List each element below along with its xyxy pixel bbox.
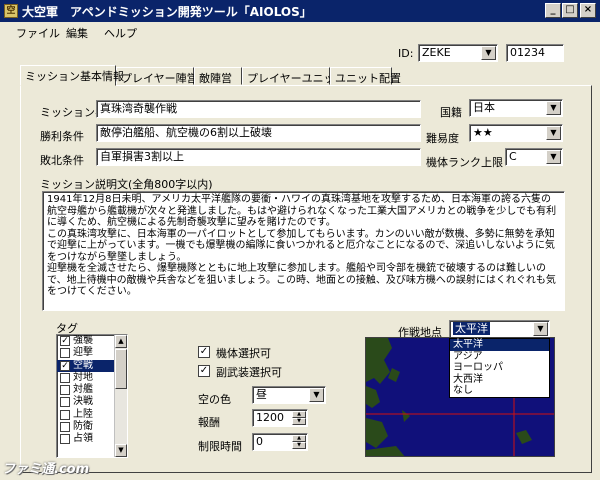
defeat-input[interactable]: 自軍損害3割以上: [96, 148, 421, 166]
location-option-europe[interactable]: ヨーロッパ: [450, 362, 549, 374]
chevron-down-icon[interactable]: ▼: [546, 101, 561, 115]
scroll-down-icon[interactable]: ▼: [115, 444, 127, 457]
menu-bar: ファイル 編集 ヘルプ: [0, 22, 600, 42]
spin-down-icon[interactable]: ▼: [292, 418, 306, 425]
tab-enemy-side[interactable]: 敵陣営: [194, 67, 242, 85]
nation-combo[interactable]: 日本 ▼: [469, 99, 563, 117]
mission-name-input[interactable]: 真珠湾奇襲作戦: [96, 100, 421, 118]
close-button[interactable]: ×: [580, 3, 596, 18]
window-title: 大空軍 アペンドミッション開発ツール「AIOLOS」: [22, 5, 312, 19]
nation-label: 国籍: [440, 106, 462, 119]
spin-down-icon[interactable]: ▼: [292, 442, 306, 449]
menu-file[interactable]: ファイル: [16, 25, 60, 41]
chevron-down-icon[interactable]: ▼: [481, 46, 496, 60]
location-option-none[interactable]: なし: [450, 385, 549, 397]
checkbox-icon[interactable]: [60, 434, 70, 445]
checkbox-icon[interactable]: [60, 422, 70, 433]
location-option-asia[interactable]: アジア: [450, 351, 549, 363]
description-label: ミッション説明文(全角800字以内): [40, 178, 213, 191]
sky-label: 空の色: [198, 393, 231, 406]
defeat-label: 敗北条件: [40, 154, 84, 167]
reward-spin[interactable]: ▲ ▼: [292, 411, 306, 425]
checkbox-icon[interactable]: [60, 409, 70, 420]
app-icon: 空: [4, 4, 18, 18]
victory-input[interactable]: 敵停泊艦船、航空機の6割以上破壊: [96, 124, 421, 142]
difficulty-value: ★★: [473, 126, 493, 139]
reward-stepper[interactable]: 1200 ▲ ▼: [252, 409, 308, 427]
chevron-down-icon[interactable]: ▼: [533, 322, 548, 336]
scroll-thumb[interactable]: [115, 349, 127, 389]
sky-value: 昼: [256, 388, 267, 401]
sky-combo[interactable]: 昼 ▼: [252, 386, 326, 404]
checkbox-icon[interactable]: [60, 348, 70, 359]
id-number-input[interactable]: 01234: [506, 44, 564, 62]
tab-player-side[interactable]: プレイヤー陣営: [116, 67, 198, 85]
tab-player-units[interactable]: プレイヤーユニット: [242, 67, 346, 85]
menu-edit[interactable]: 編集: [66, 25, 88, 41]
checkbox-checked-icon[interactable]: ✓: [60, 360, 70, 371]
location-option-pacific[interactable]: 太平洋: [450, 339, 549, 351]
app-window: 空 大空軍 アペンドミッション開発ツール「AIOLOS」 _ □ × ファイル …: [0, 0, 600, 480]
minimize-button[interactable]: _: [545, 3, 561, 18]
checkbox-checked-icon[interactable]: ✓: [198, 365, 210, 377]
tab-unit-placement[interactable]: ユニット配置: [330, 67, 401, 85]
tag-list[interactable]: ✓ 強襲 迎撃 ✓ 空戦 対地 対艦 決戦 上陸 防衛 占領 ▲ ▼: [56, 334, 128, 458]
tab-mission-info[interactable]: ミッション基本情報: [20, 65, 124, 86]
maximize-button[interactable]: □: [562, 3, 578, 18]
chevron-down-icon[interactable]: ▼: [546, 150, 561, 164]
description-textarea[interactable]: 1941年12月8日未明、アメリカ太平洋艦隊の要衝・ハワイの真珠湾基地を攻撃する…: [42, 191, 565, 311]
menu-help[interactable]: ヘルプ: [104, 25, 137, 41]
location-combo[interactable]: 太平洋 ▼: [449, 320, 550, 338]
difficulty-combo[interactable]: ★★ ▼: [469, 124, 563, 142]
id-user-value: ZEKE: [422, 46, 451, 59]
checkbox-checked-icon[interactable]: ✓: [60, 336, 70, 346]
spin-up-icon[interactable]: ▲: [292, 411, 306, 418]
nation-value: 日本: [473, 101, 495, 114]
time-stepper[interactable]: 0 ▲ ▼: [252, 433, 308, 451]
location-option-atlantic[interactable]: 大西洋: [450, 374, 549, 386]
rank-label: 機体ランク上限: [426, 156, 503, 169]
chevron-down-icon[interactable]: ▼: [309, 388, 324, 402]
id-user-combo[interactable]: ZEKE ▼: [418, 44, 498, 62]
chevron-down-icon[interactable]: ▼: [546, 126, 561, 140]
checkbox-icon[interactable]: [60, 397, 70, 408]
description-text: 1941年12月8日未明、アメリカ太平洋艦隊の要衝・ハワイの真珠湾基地を攻撃する…: [47, 194, 557, 297]
checkbox-icon[interactable]: [60, 372, 70, 383]
location-dropdown-list[interactable]: 太平洋 アジア ヨーロッパ 大西洋 なし: [449, 338, 550, 398]
rank-combo[interactable]: C ▼: [505, 148, 563, 166]
time-label: 制限時間: [198, 440, 242, 453]
title-bar[interactable]: 空 大空軍 アペンドミッション開発ツール「AIOLOS」 _ □ ×: [0, 0, 600, 22]
reward-label: 報酬: [198, 416, 220, 429]
checkbox-checked-icon[interactable]: ✓: [198, 346, 210, 358]
location-value: 太平洋: [453, 322, 490, 335]
rank-value: C: [509, 150, 517, 163]
id-label: ID:: [398, 47, 414, 60]
subweapon-select-checkbox[interactable]: ✓ 副武装選択可: [198, 364, 282, 380]
spin-up-icon[interactable]: ▲: [292, 435, 306, 442]
time-spin[interactable]: ▲ ▼: [292, 435, 306, 449]
scroll-up-icon[interactable]: ▲: [115, 335, 127, 348]
tag-scrollbar[interactable]: ▲ ▼: [114, 335, 127, 457]
aircraft-select-checkbox[interactable]: ✓ 機体選択可: [198, 345, 271, 361]
reward-value: 1200: [256, 411, 284, 424]
checkbox-icon[interactable]: [60, 385, 70, 396]
victory-label: 勝利条件: [40, 130, 84, 143]
difficulty-label: 難易度: [426, 132, 459, 145]
time-value: 0: [256, 435, 263, 448]
watermark: ファミ通.com: [2, 462, 90, 477]
